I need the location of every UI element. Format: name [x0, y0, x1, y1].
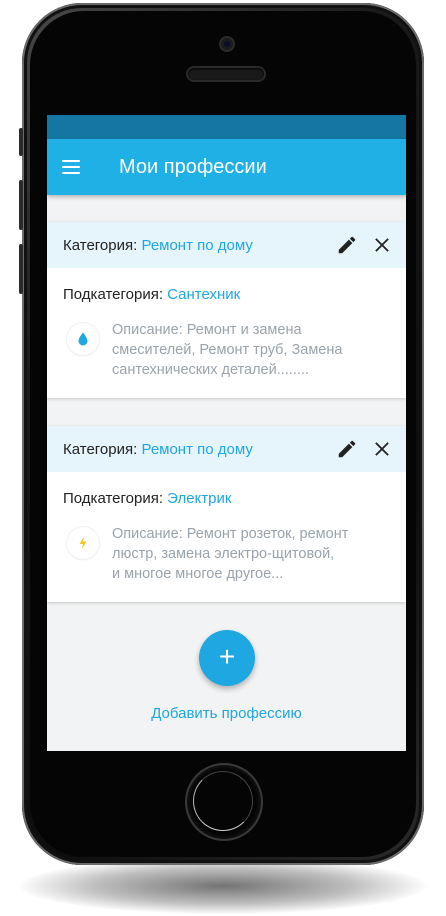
- plus-icon: +: [218, 641, 236, 672]
- description-line: смесителей, Ремонт труб, Замена: [112, 342, 343, 358]
- app-bar: Мои профессии: [47, 139, 406, 195]
- subcategory-label: Подкатегория:: [63, 286, 168, 303]
- description-line: люстр, замена электро-щитовой,: [112, 546, 335, 562]
- add-profession-link[interactable]: Добавить профессию: [47, 705, 406, 722]
- app-screen: Мои профессии Категория: Ремонт по дому …: [47, 115, 406, 751]
- category-value: Ремонт по дому: [141, 237, 253, 254]
- category-value: Ремонт по дому: [141, 441, 253, 458]
- water-drop-icon: [67, 323, 99, 355]
- description-line: Описание: Ремонт и замена: [112, 322, 302, 338]
- home-button[interactable]: [187, 765, 261, 839]
- subcategory-text: Подкатегория: Электрик: [63, 490, 231, 507]
- subcategory-label: Подкатегория:: [63, 490, 168, 507]
- volume-down-button: [19, 244, 23, 294]
- close-icon[interactable]: [371, 438, 393, 460]
- pencil-icon[interactable]: [336, 438, 358, 460]
- profession-card: Категория: Ремонт по дому Подкатегория: …: [47, 426, 406, 602]
- card-header: Категория: Ремонт по дому: [47, 222, 406, 268]
- description-line: и многое многое другое...: [112, 566, 284, 582]
- add-profession-fab[interactable]: +: [199, 630, 255, 686]
- description-line: Описание: Ремонт розеток, ремонт: [112, 526, 349, 542]
- subcategory-value: Сантехник: [167, 286, 241, 303]
- category-label: Категория:: [63, 237, 142, 254]
- category-label: Категория:: [63, 441, 142, 458]
- category-text: Категория: Ремонт по дому: [63, 441, 253, 458]
- profession-description: Описание: Ремонт и замена смесителей, Ре…: [112, 320, 392, 380]
- profession-description: Описание: Ремонт розеток, ремонт люстр, …: [112, 524, 392, 584]
- volume-up-button: [19, 180, 23, 230]
- subcategory-text: Подкатегория: Сантехник: [63, 286, 240, 303]
- front-camera: [221, 38, 233, 50]
- profession-card: Категория: Ремонт по дому Подкатегория: …: [47, 222, 406, 398]
- close-icon[interactable]: [371, 234, 393, 256]
- pencil-icon[interactable]: [336, 234, 358, 256]
- subcategory-value: Электрик: [167, 490, 232, 507]
- category-text: Категория: Ремонт по дому: [63, 237, 253, 254]
- description-line: сантехнических деталей........: [112, 362, 309, 378]
- mute-switch: [19, 128, 23, 156]
- menu-icon[interactable]: [59, 155, 83, 179]
- phone-shadow: [20, 858, 426, 914]
- status-bar: [47, 115, 406, 139]
- profession-list: Категория: Ремонт по дому Подкатегория: …: [47, 195, 406, 751]
- earpiece-speaker: [188, 68, 264, 80]
- lightning-icon: [67, 527, 99, 559]
- page-title: Мои профессии: [119, 156, 267, 178]
- card-header: Категория: Ремонт по дому: [47, 426, 406, 472]
